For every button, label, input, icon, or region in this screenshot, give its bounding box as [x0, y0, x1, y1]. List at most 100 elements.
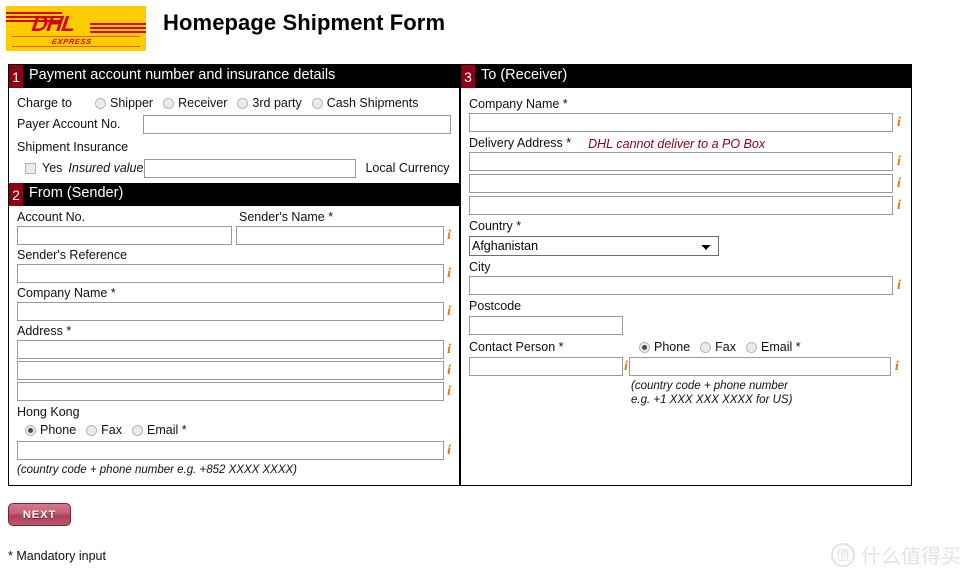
receiver-contact-option-phone[interactable]: Phone: [639, 339, 690, 356]
charge-option-3rd-party[interactable]: 3rd party: [237, 95, 302, 112]
radio-receiver-phone[interactable]: [639, 342, 650, 353]
contact-person-label-row: Contact Person * Phone Fax Email *: [469, 339, 903, 356]
insured-value-input[interactable]: [144, 159, 357, 178]
radio-receiver-email[interactable]: [746, 342, 757, 353]
sender-address-line3-input[interactable]: [17, 382, 445, 401]
sender-contact-hint: (country code + phone number e.g. +852 X…: [17, 464, 298, 476]
receiver-contact-option-fax-label: Fax: [715, 340, 736, 354]
radio-3rd-party[interactable]: [237, 98, 249, 109]
info-icon-senders-name[interactable]: i: [447, 228, 451, 243]
info-icon-receiver-contact[interactable]: i: [895, 359, 899, 374]
info-icon-delivery-address-3[interactable]: i: [897, 198, 901, 213]
sender-contact-options-row: Phone Fax Email *: [17, 422, 451, 439]
payer-account-input[interactable]: [143, 115, 451, 134]
sender-address-line2-input[interactable]: [17, 361, 445, 380]
dhl-express-label: EXPRESS: [51, 37, 93, 46]
radio-sender-phone[interactable]: [25, 425, 36, 436]
info-icon-city[interactable]: i: [897, 278, 901, 293]
charge-option-shipper-label: Shipper: [110, 96, 154, 110]
sender-country-label: Hong Kong: [17, 405, 80, 419]
mandatory-input-note: * Mandatory input: [8, 549, 106, 563]
delivery-address-line3-input[interactable]: [469, 196, 893, 215]
senders-reference-row: i: [17, 264, 451, 283]
senders-reference-label: Sender's Reference: [17, 248, 128, 262]
delivery-address-row-3: i: [469, 196, 903, 215]
info-icon-delivery-address-1[interactable]: i: [897, 154, 901, 169]
radio-receiver[interactable]: [163, 98, 175, 109]
next-button[interactable]: NEXT: [8, 503, 71, 526]
checkbox-insurance-yes[interactable]: [25, 163, 36, 174]
watermark: 值 什么值得买: [831, 540, 961, 569]
dhl-wordmark: DHL: [30, 11, 77, 36]
account-no-label: Account No.: [17, 210, 86, 224]
sender-contact-input[interactable]: [17, 441, 445, 460]
radio-sender-fax[interactable]: [86, 425, 98, 436]
city-row: i: [469, 276, 903, 295]
section-1-body: Charge to Shipper Receiver 3rd party Cas…: [9, 88, 459, 178]
info-icon-sender-contact[interactable]: i: [447, 443, 451, 458]
account-no-input[interactable]: [17, 226, 232, 245]
sender-contact-option-fax[interactable]: Fax: [86, 422, 122, 439]
senders-name-input[interactable]: [235, 226, 445, 245]
info-icon-contact-person[interactable]: i: [624, 359, 628, 374]
sender-address-row-2: i: [17, 361, 451, 380]
section-2-title: From (Sender): [29, 185, 124, 202]
info-icon-sender-company-name[interactable]: i: [447, 304, 451, 319]
section-1-number: 1: [9, 65, 23, 88]
delivery-address-line1-input[interactable]: [469, 152, 893, 171]
section-1-header: 1 Payment account number and insurance d…: [9, 65, 459, 88]
receiver-contact-option-email-label: Email *: [761, 340, 801, 354]
sender-address-row-1: i: [17, 340, 451, 359]
receiver-company-name-row: i: [469, 113, 903, 132]
sender-contact-option-phone[interactable]: Phone: [25, 422, 76, 439]
delivery-address-label-row: Delivery Address * DHL cannot deliver to…: [469, 135, 903, 152]
radio-receiver-fax[interactable]: [700, 342, 712, 353]
country-select[interactable]: Afghanistan: [469, 236, 719, 256]
info-icon-senders-reference[interactable]: i: [447, 266, 451, 281]
receiver-contact-inputs-row: i i: [469, 357, 903, 376]
delivery-address-line2-input[interactable]: [469, 174, 893, 193]
charge-option-cash-shipments[interactable]: Cash Shipments: [311, 95, 419, 112]
charge-option-receiver[interactable]: Receiver: [163, 95, 227, 112]
radio-cash-shipments[interactable]: [311, 98, 323, 109]
watermark-text: 什么值得买: [861, 546, 961, 568]
insurance-yes-label: Yes: [42, 161, 63, 175]
page-header: DHL EXPRESS Homepage Shipment Form: [0, 0, 971, 56]
radio-shipper[interactable]: [95, 98, 106, 109]
right-panel: 3 To (Receiver) Company Name * i Deliver…: [460, 64, 912, 486]
sender-address-line1-input[interactable]: [17, 340, 445, 359]
info-icon-sender-address-1[interactable]: i: [447, 342, 451, 357]
receiver-company-name-input[interactable]: [469, 113, 893, 132]
payer-account-row: Payer Account No.: [17, 115, 451, 134]
section-2-header: 2 From (Sender): [9, 183, 459, 206]
charge-option-shipper[interactable]: Shipper: [95, 95, 153, 112]
info-icon-delivery-address-2[interactable]: i: [897, 176, 901, 191]
charge-option-cash-shipments-label: Cash Shipments: [326, 96, 419, 110]
radio-sender-email[interactable]: [132, 425, 143, 436]
section-2-body: Account No. Sender's Name * i Sender's R…: [9, 206, 459, 477]
info-icon-receiver-company-name[interactable]: i: [897, 115, 901, 130]
section-2-number: 2: [9, 183, 23, 206]
charge-option-3rd-party-label: 3rd party: [252, 96, 302, 110]
sender-company-name-input[interactable]: [17, 302, 445, 321]
info-icon-sender-address-2[interactable]: i: [447, 363, 451, 378]
info-icon-sender-address-3[interactable]: i: [447, 384, 451, 399]
sender-contact-option-email[interactable]: Email *: [132, 422, 187, 439]
postcode-input[interactable]: [469, 316, 623, 335]
shipment-insurance-label: Shipment Insurance: [17, 140, 129, 154]
receiver-contact-hint: (country code + phone number e.g. +1 XXX…: [631, 379, 903, 407]
receiver-contact-input[interactable]: [628, 357, 891, 376]
watermark-mark: 值: [831, 542, 855, 567]
charge-to-row: Charge to Shipper Receiver 3rd party Cas…: [17, 95, 451, 112]
receiver-contact-option-fax[interactable]: Fax: [700, 339, 736, 356]
receiver-contact-option-email[interactable]: Email *: [746, 339, 801, 356]
senders-reference-input[interactable]: [17, 264, 445, 283]
sender-contact-option-phone-label: Phone: [40, 423, 77, 437]
charge-option-receiver-label: Receiver: [178, 96, 228, 110]
dhl-logo: DHL EXPRESS: [6, 6, 146, 51]
receiver-company-name-label: Company Name *: [469, 97, 568, 111]
payer-account-label: Payer Account No.: [17, 117, 121, 131]
contact-person-input[interactable]: [469, 357, 623, 376]
sender-top-inputs: i: [17, 226, 451, 245]
city-input[interactable]: [469, 276, 893, 295]
